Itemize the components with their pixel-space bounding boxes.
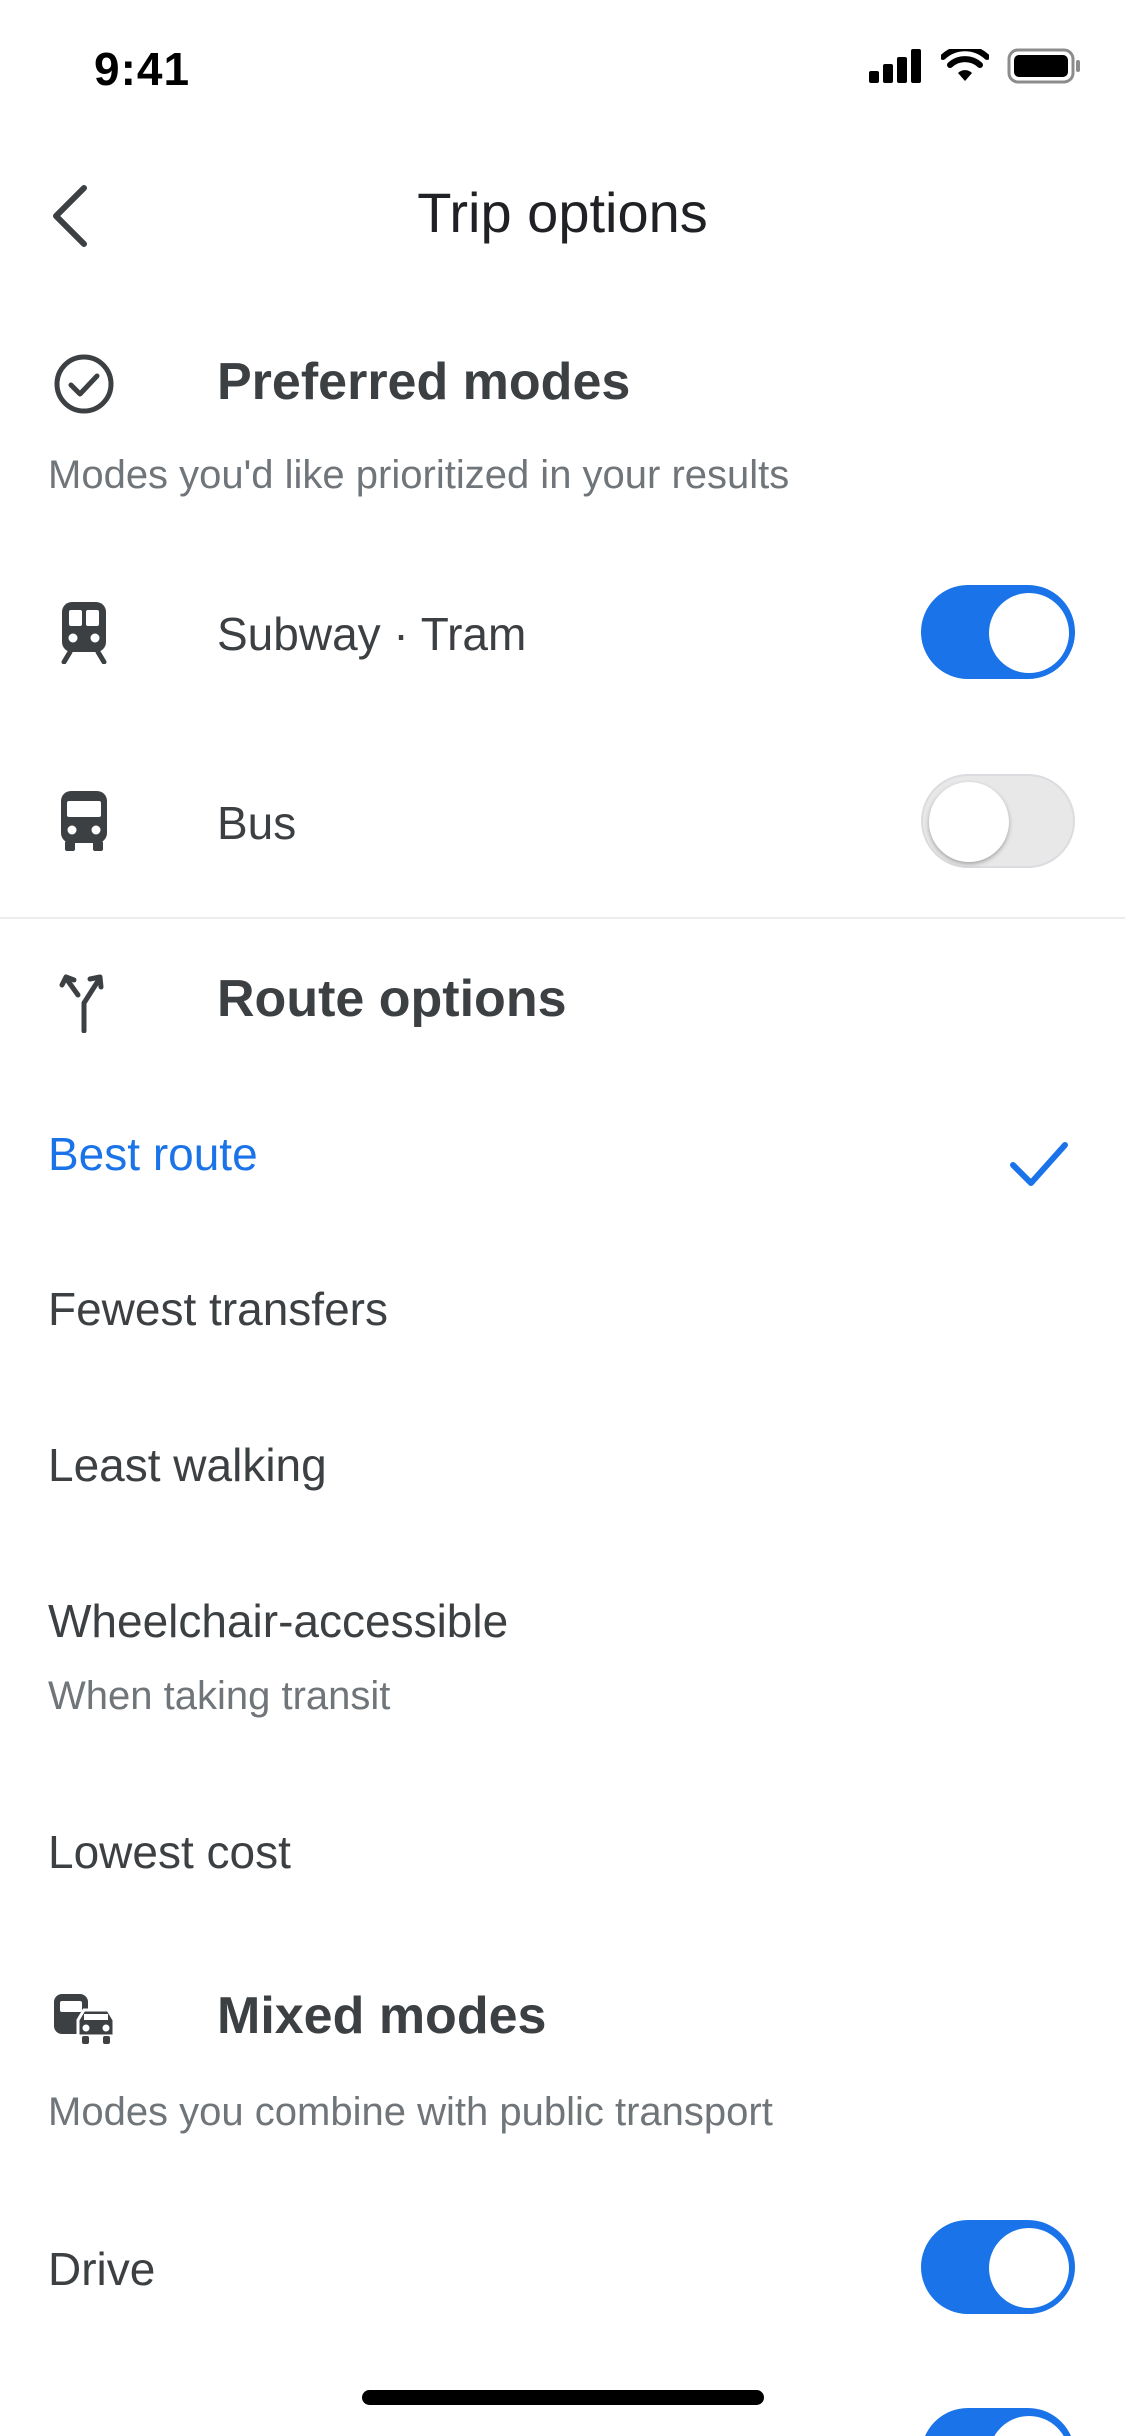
route-option-lowest-cost[interactable]: Lowest cost [0,1781,1125,1931]
option-label: Least walking [48,1439,327,1491]
route-option-least-walking[interactable]: Least walking [0,1394,1125,1544]
subway-icon [61,602,107,664]
wifi-icon [941,49,989,81]
battery-icon [1007,48,1080,84]
section-title: Preferred modes [217,353,631,411]
status-icons [869,48,1081,84]
option-label: Best route [48,1128,258,1180]
route-option-best[interactable]: Best route [0,1083,1125,1233]
header: Trip options [0,150,1125,282]
option-label: Fewest transfers [48,1283,388,1335]
mode-label: Bus [217,797,297,849]
mode-row-bus[interactable]: Bus [0,746,1125,896]
option-label: Wheelchair-accessible [48,1595,509,1647]
mode-label: Drive [48,2243,156,2295]
mixed-mode-row-drive[interactable]: Drive [0,2192,1125,2342]
bus-toggle[interactable] [921,774,1075,868]
bus-icon [61,791,107,851]
section-mixed-modes: Mixed modes [0,1960,1125,2070]
section-title: Mixed modes [217,1987,547,2045]
section-subtitle: Modes you combine with public transport [48,2090,773,2134]
section-route-options: Route options [0,943,1125,1053]
bus-car-icon [54,1994,116,2044]
signal-icon [869,49,921,83]
section-divider [0,917,1125,919]
option-sublabel: When taking transit [48,1674,391,1718]
checkmark-icon [1010,1142,1068,1186]
status-time: 9:41 [94,43,191,95]
next-mode-toggle[interactable] [921,2408,1075,2436]
subway-tram-toggle[interactable] [921,585,1075,679]
route-option-wheelchair[interactable]: Wheelchair-accessible When taking transi… [0,1550,1125,1750]
section-title: Route options [217,970,567,1028]
drive-toggle[interactable] [921,2220,1075,2314]
fork-arrows-icon [59,974,104,1033]
mixed-mode-row-next[interactable] [0,2380,1125,2436]
status-bar: 9:41 [0,0,1125,140]
option-label: Lowest cost [48,1826,291,1878]
mode-row-subway-tram[interactable]: Subway · Tram [0,557,1125,707]
section-subtitle: Modes you'd like prioritized in your res… [48,453,790,497]
section-preferred-modes: Preferred modes [0,326,1125,436]
home-indicator [362,2390,764,2405]
route-option-fewest-transfers[interactable]: Fewest transfers [0,1238,1125,1388]
mode-label: Subway · Tram [217,608,527,660]
check-circle-icon [54,354,114,414]
page-title: Trip options [417,181,708,244]
